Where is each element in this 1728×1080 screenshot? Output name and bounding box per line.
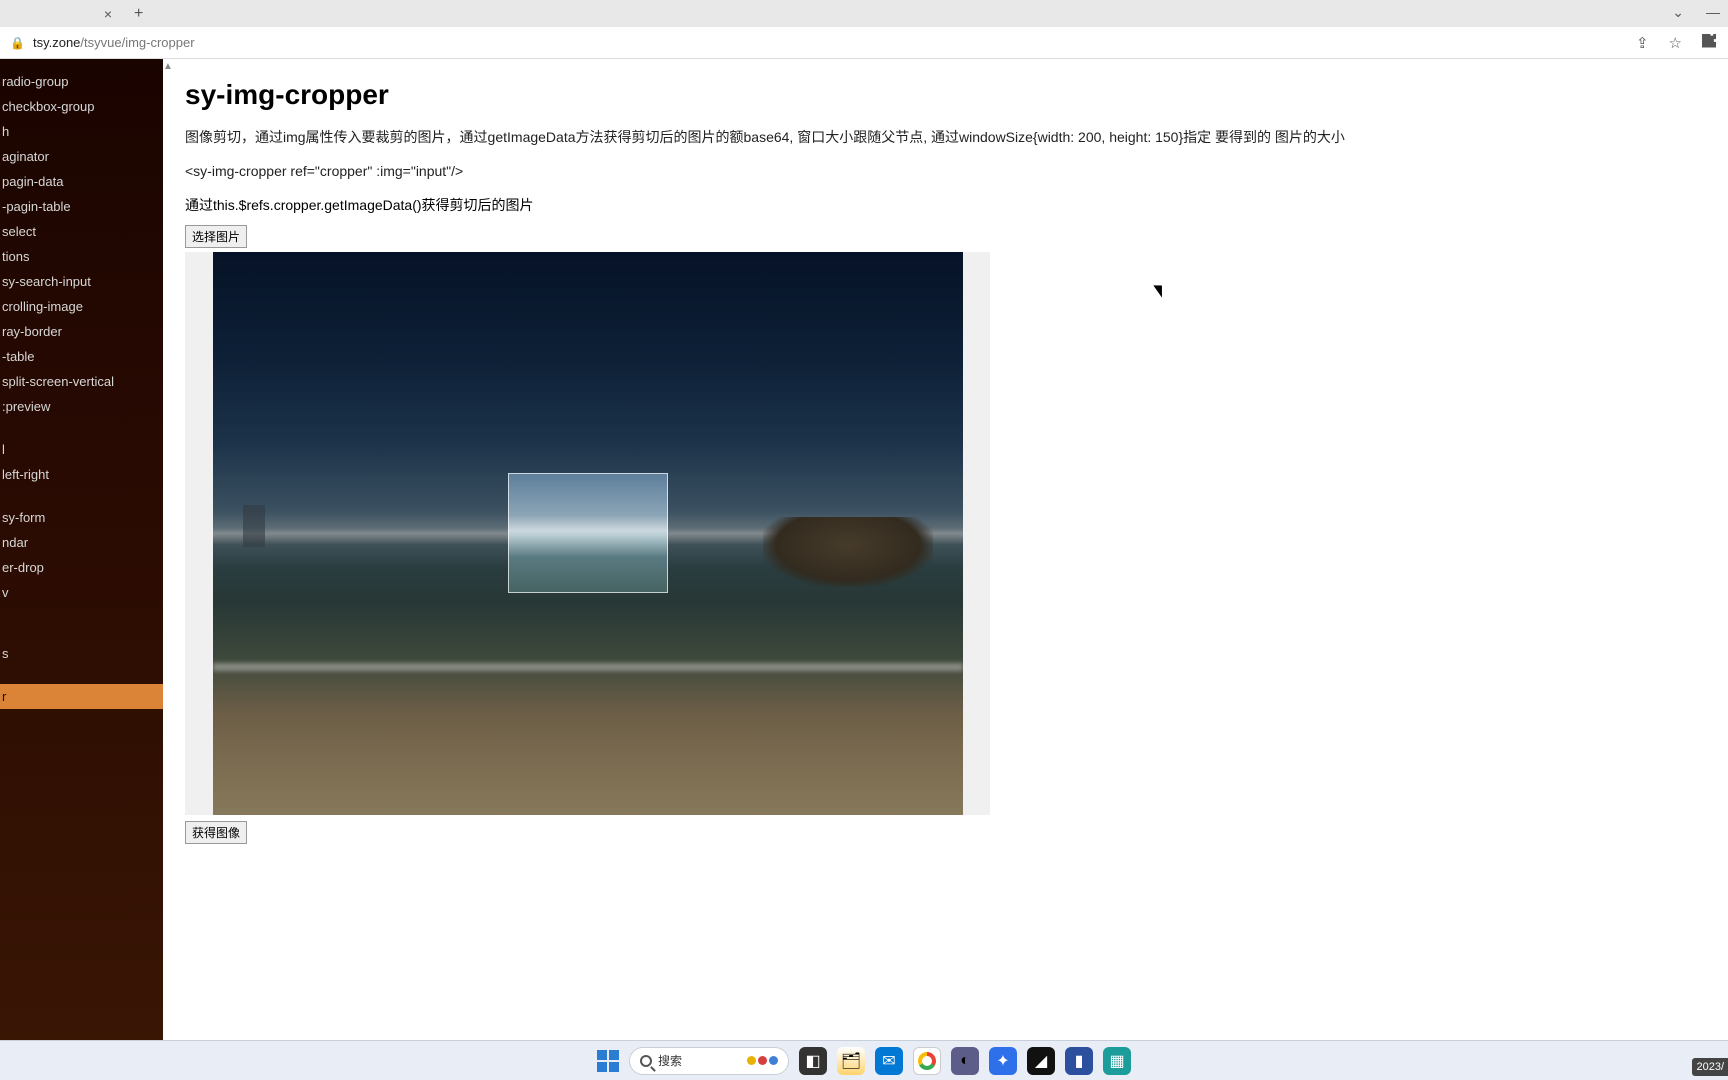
start-button[interactable]	[597, 1050, 619, 1072]
page-title: sy-img-cropper	[185, 79, 1716, 111]
sidebar-item	[0, 605, 163, 623]
sidebar-item[interactable]: ndar	[0, 530, 163, 555]
sidebar-item	[0, 487, 163, 505]
chrome-icon[interactable]	[913, 1047, 941, 1075]
search-icon	[640, 1055, 652, 1067]
sidebar-item[interactable]: sy-form	[0, 505, 163, 530]
chevron-down-icon[interactable]: ⌄	[1672, 4, 1684, 21]
share-icon[interactable]: ⇪	[1636, 34, 1649, 52]
url-host[interactable]: tsy.zone/tsyvue/img-cropper	[33, 35, 195, 50]
scroll-up-icon[interactable]: ▲	[163, 61, 173, 72]
extensions-icon[interactable]	[1702, 34, 1716, 52]
taskbar-search[interactable]: 搜索	[629, 1047, 789, 1075]
app-icon-navy[interactable]: ▮	[1065, 1047, 1093, 1075]
sidebar-item[interactable]: left-right	[0, 462, 163, 487]
sidebar-item[interactable]: radio-group	[0, 69, 163, 94]
bookmark-icon[interactable]: ☆	[1669, 34, 1682, 52]
sidebar-item[interactable]: l	[0, 437, 163, 462]
sidebar-item[interactable]: h	[0, 119, 163, 144]
taskview-icon[interactable]: ◧	[799, 1047, 827, 1075]
minimize-icon[interactable]: —	[1706, 4, 1720, 21]
sidebar-item[interactable]: pagin-data	[0, 169, 163, 194]
main-content: sy-img-cropper 图像剪切，通过img属性传入要裁剪的图片，通过ge…	[173, 59, 1728, 1080]
sidebar-item-active[interactable]: r	[0, 684, 163, 709]
sidebar-item[interactable]: select	[0, 219, 163, 244]
sidebar-item[interactable]: er-drop	[0, 555, 163, 580]
sidebar-item[interactable]: s	[0, 641, 163, 666]
sidebar-item[interactable]: -table	[0, 344, 163, 369]
explorer-icon[interactable]: 🗂	[837, 1047, 865, 1075]
sidebar-item[interactable]: -pagin-table	[0, 194, 163, 219]
taskbar-date[interactable]: 2023/	[1692, 1058, 1728, 1076]
sidebar-item	[0, 623, 163, 641]
method-note: 通过this.$refs.cropper.getImageData()获得剪切后…	[185, 195, 1716, 215]
taskbar-search-placeholder: 搜索	[658, 1052, 682, 1069]
sidebar-item[interactable]: split-screen-vertical	[0, 369, 163, 394]
sidebar-item	[0, 419, 163, 437]
os-taskbar: 搜索 ◧ 🗂 ✉ ◐ ✦ ◢ ▮ ▦	[0, 1040, 1728, 1080]
component-description: 图像剪切，通过img属性传入要裁剪的图片，通过getImageData方法获得剪…	[185, 127, 1716, 147]
sidebar-item[interactable]: sy-search-input	[0, 269, 163, 294]
sidebar-item[interactable]: :preview	[0, 394, 163, 419]
browser-address-bar: 🔒 tsy.zone/tsyvue/img-cropper ⇪ ☆	[0, 27, 1728, 59]
search-badge-icon	[747, 1056, 778, 1065]
select-image-button[interactable]: 选择图片	[185, 225, 247, 248]
image-cropper[interactable]	[185, 252, 990, 815]
cropper-source-image[interactable]	[213, 252, 963, 815]
get-image-button[interactable]: 获得图像	[185, 821, 247, 844]
content-scrollbar[interactable]: ▲	[163, 59, 173, 1080]
page-viewport: radio-groupcheckbox-grouphaginatorpagin-…	[0, 59, 1728, 1080]
lock-icon: 🔒	[10, 36, 25, 50]
sidebar-item[interactable]: ray-border	[0, 319, 163, 344]
app-icon-blue[interactable]: ✦	[989, 1047, 1017, 1075]
close-icon[interactable]: ×	[104, 6, 112, 22]
sidebar-item[interactable]: crolling-image	[0, 294, 163, 319]
sidebar-item[interactable]: v	[0, 580, 163, 605]
code-sample: <sy-img-cropper ref="cropper" :img="inpu…	[185, 163, 1716, 179]
app-icon-teal[interactable]: ▦	[1103, 1047, 1131, 1075]
new-tab-button[interactable]: +	[134, 5, 143, 23]
sidebar-item[interactable]: checkbox-group	[0, 94, 163, 119]
browser-tabbar: × + ⌄ —	[0, 0, 1728, 27]
sidebar: radio-groupcheckbox-grouphaginatorpagin-…	[0, 59, 163, 1080]
sidebar-item[interactable]: aginator	[0, 144, 163, 169]
mail-icon[interactable]: ✉	[875, 1047, 903, 1075]
browser-tab[interactable]: ×	[0, 1, 120, 26]
cropper-crop-box[interactable]	[508, 473, 668, 593]
sidebar-item	[0, 666, 163, 684]
app-icon-dark[interactable]: ◢	[1027, 1047, 1055, 1075]
sidebar-item[interactable]: tions	[0, 244, 163, 269]
eclipse-icon[interactable]: ◐	[951, 1047, 979, 1075]
